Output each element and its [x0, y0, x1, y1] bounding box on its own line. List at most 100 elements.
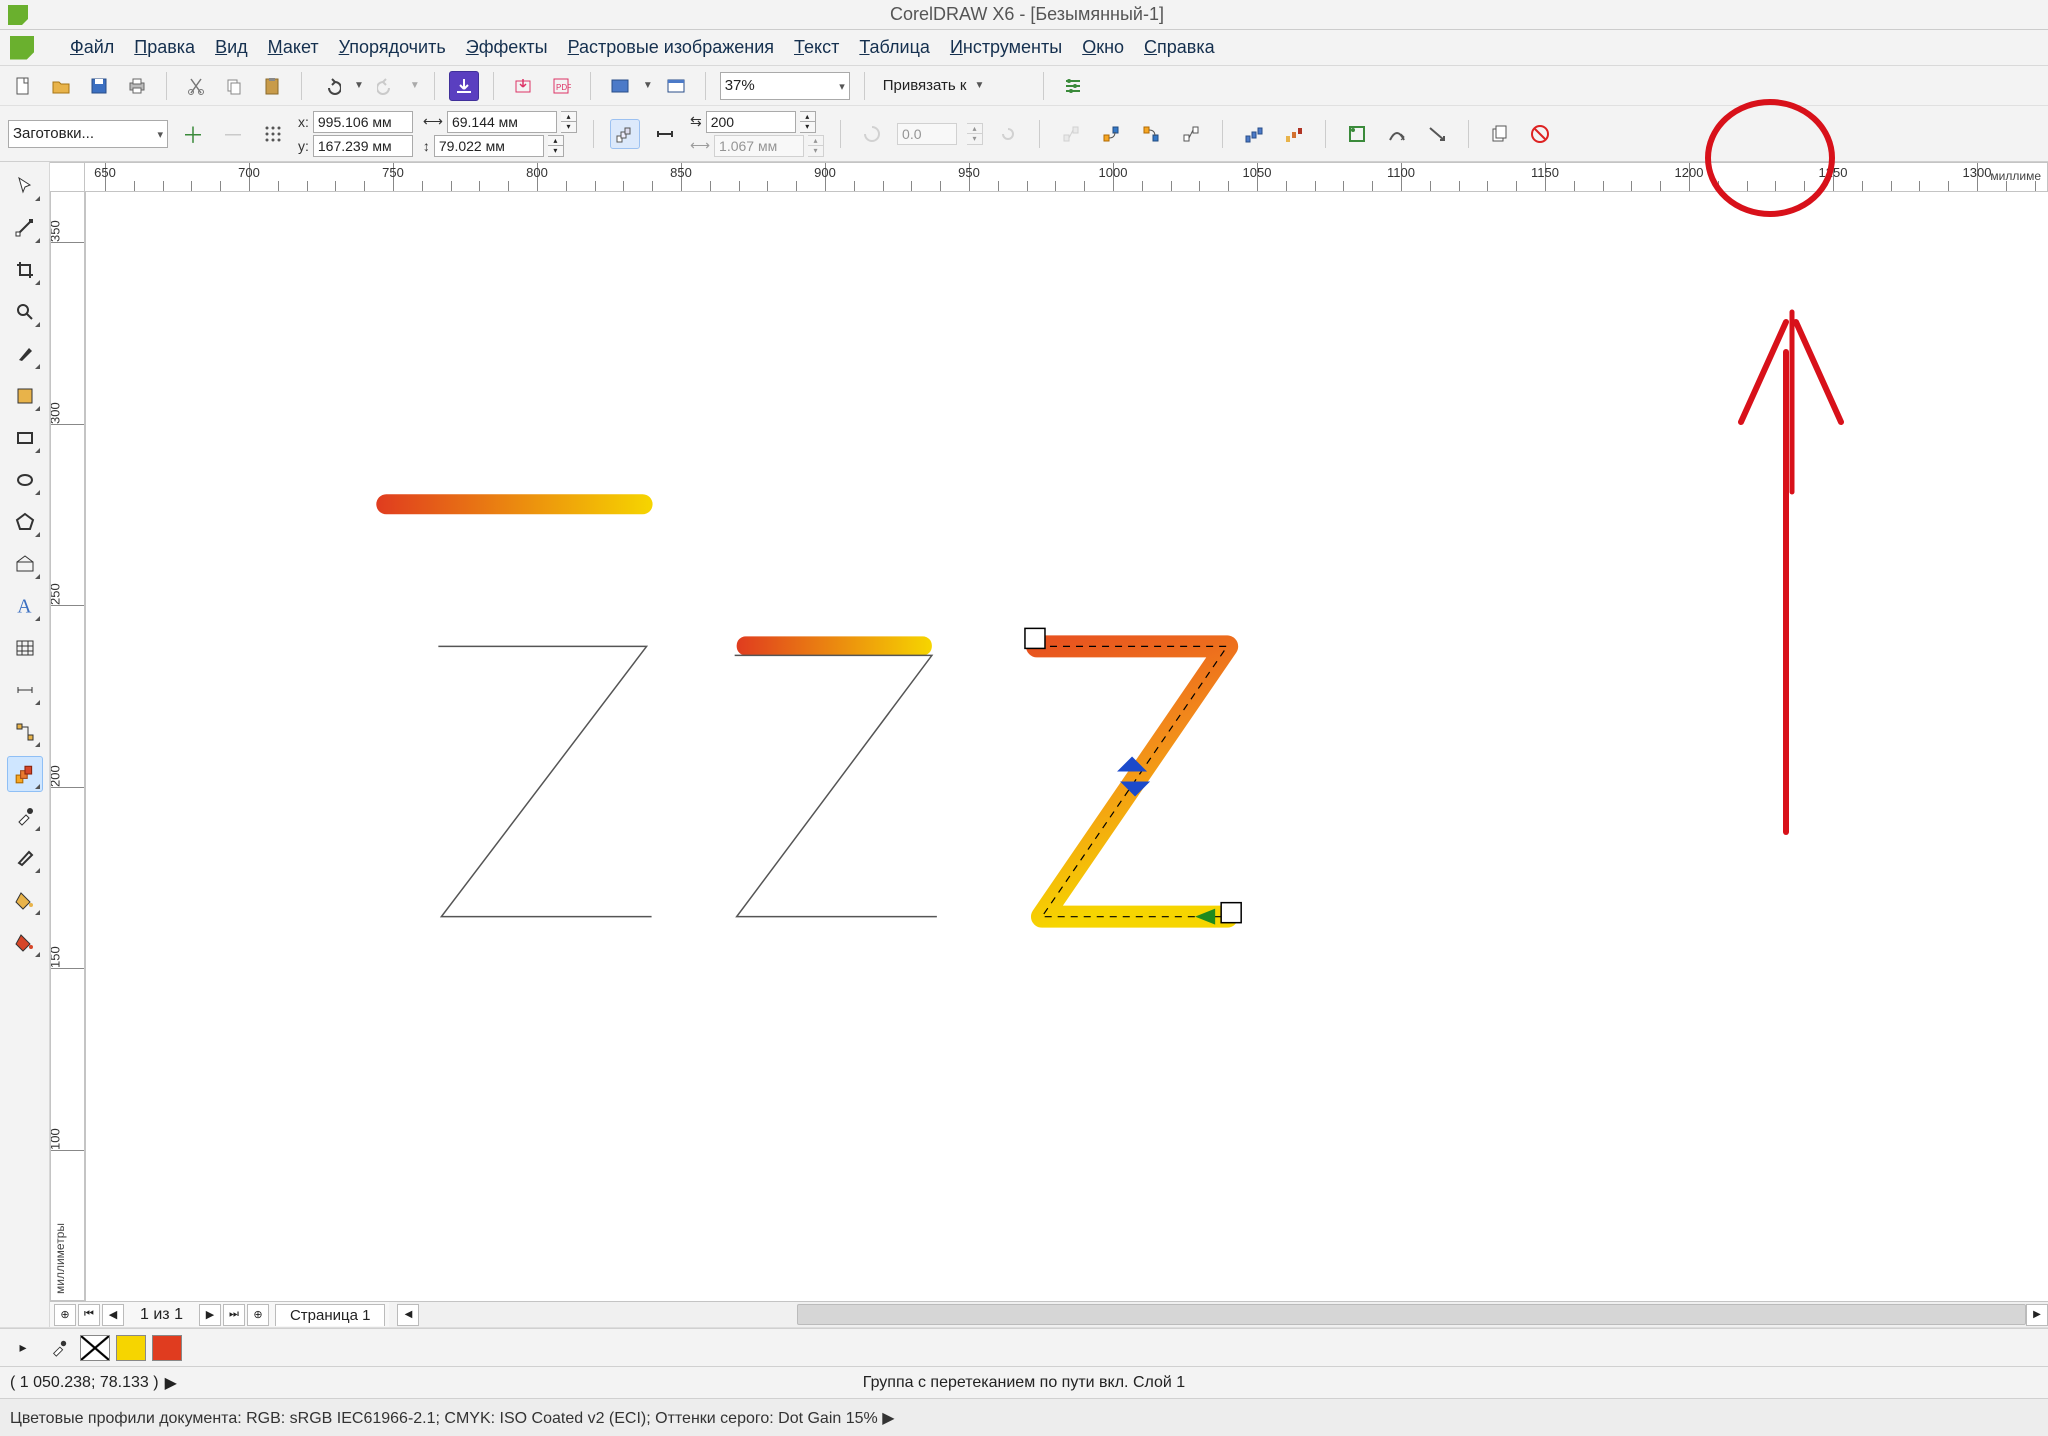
menu-view[interactable]: Вид: [215, 37, 248, 58]
new-doc-button[interactable]: [8, 71, 38, 101]
blend-tool[interactable]: [7, 756, 43, 792]
menu-arrange[interactable]: Упорядочить: [339, 37, 446, 58]
ruler-origin[interactable]: [50, 162, 85, 192]
table-tool[interactable]: [7, 630, 43, 666]
save-button[interactable]: [84, 71, 114, 101]
menu-window[interactable]: Окно: [1082, 37, 1124, 58]
scroll-right-button[interactable]: ▶: [2026, 1304, 2048, 1326]
last-page-button[interactable]: ⏭: [223, 1304, 245, 1326]
menu-text[interactable]: Текст: [794, 37, 839, 58]
presets-combo[interactable]: Заготовки...: [8, 120, 168, 148]
print-button[interactable]: [122, 71, 152, 101]
add-page-after-button[interactable]: ⊕: [247, 1304, 269, 1326]
steps-spinner[interactable]: ▴▾: [800, 111, 816, 133]
menu-help[interactable]: Справка: [1144, 37, 1215, 58]
zoom-combo[interactable]: 37%: [720, 72, 850, 100]
width-spinner[interactable]: ▴▾: [561, 111, 577, 133]
add-preset-button[interactable]: ＋: [178, 119, 208, 149]
shape-tool[interactable]: [7, 210, 43, 246]
swatch-no-color[interactable]: [80, 1335, 110, 1361]
object-accel-button[interactable]: [1239, 119, 1269, 149]
zoom-tool[interactable]: [7, 294, 43, 330]
loop-blend-button[interactable]: [993, 119, 1023, 149]
object-origin-button[interactable]: [258, 119, 288, 149]
outline-tool[interactable]: [7, 840, 43, 876]
redo-dropdown[interactable]: ▼: [410, 80, 420, 91]
gradient-bar-object[interactable]: [376, 494, 652, 514]
undo-dropdown[interactable]: ▼: [354, 80, 364, 91]
menu-layout[interactable]: Макет: [268, 37, 319, 58]
palette-flyout-button[interactable]: ▸: [8, 1333, 38, 1363]
pick-tool[interactable]: [7, 168, 43, 204]
connector-tool[interactable]: [7, 714, 43, 750]
height-spinner[interactable]: ▴▾: [548, 135, 564, 157]
y-position-input[interactable]: 167.239 мм: [313, 135, 413, 157]
swatch-yellow[interactable]: [116, 1335, 146, 1361]
blend-direct-button[interactable]: [610, 119, 640, 149]
horizontal-scrollbar[interactable]: ◀ ▶: [397, 1302, 2048, 1327]
paste-button[interactable]: [257, 71, 287, 101]
direct-blend-button[interactable]: [1056, 119, 1086, 149]
menu-tools[interactable]: Инструменты: [950, 37, 1062, 58]
clear-blend-button[interactable]: [1525, 119, 1555, 149]
add-page-button[interactable]: ⊕: [54, 1304, 76, 1326]
z-outline-object[interactable]: [438, 646, 651, 916]
menu-file[interactable]: Файл: [70, 37, 114, 58]
basic-shapes-tool[interactable]: [7, 546, 43, 582]
rectangle-tool[interactable]: [7, 420, 43, 456]
color-accel-button[interactable]: [1279, 119, 1309, 149]
full-screen-button[interactable]: [605, 71, 635, 101]
scroll-left-button[interactable]: ◀: [397, 1304, 419, 1326]
interactive-fill-tool[interactable]: [7, 924, 43, 960]
polygon-tool[interactable]: [7, 504, 43, 540]
crop-tool[interactable]: [7, 252, 43, 288]
first-page-button[interactable]: ⏮: [78, 1304, 100, 1326]
page-tab[interactable]: Страница 1: [275, 1304, 386, 1326]
import-button[interactable]: [449, 71, 479, 101]
snap-to-combo[interactable]: Привязать к ▼: [879, 72, 1029, 100]
prev-page-button[interactable]: ◀: [102, 1304, 124, 1326]
blend-options-button[interactable]: [1422, 119, 1452, 149]
scroll-thumb[interactable]: [797, 1304, 2026, 1325]
menu-bitmaps[interactable]: Растровые изображения: [568, 37, 774, 58]
app-menu-icon[interactable]: [10, 36, 34, 60]
accel-objects-button[interactable]: [1176, 119, 1206, 149]
blend-offset-input[interactable]: 1.067 мм: [714, 135, 804, 157]
source-objects-button[interactable]: [1342, 119, 1372, 149]
smart-fill-tool[interactable]: [7, 378, 43, 414]
drawing-canvas[interactable]: [85, 192, 2048, 1301]
coords-flyout-icon[interactable]: ▶: [165, 1373, 177, 1393]
open-button[interactable]: [46, 71, 76, 101]
eyedropper-tool[interactable]: [7, 798, 43, 834]
blend-steps-input[interactable]: 200: [706, 111, 796, 133]
vertical-ruler[interactable]: миллиметры 350300250200150100: [50, 192, 85, 1301]
next-page-button[interactable]: ▶: [199, 1304, 221, 1326]
clockwise-blend-button[interactable]: [1096, 119, 1126, 149]
redo-button[interactable]: [372, 71, 402, 101]
height-input[interactable]: 79.022 мм: [434, 135, 544, 157]
publish-pdf-button[interactable]: PDF: [546, 71, 576, 101]
menu-edit[interactable]: Правка: [134, 37, 195, 58]
show-rulers-button[interactable]: [661, 71, 691, 101]
export-button[interactable]: [508, 71, 538, 101]
menu-table[interactable]: Таблица: [859, 37, 930, 58]
rotation-spinner[interactable]: ▴▾: [967, 123, 983, 145]
copy-blend-button[interactable]: [1485, 119, 1515, 149]
path-properties-button[interactable]: [1382, 119, 1412, 149]
remove-preset-button[interactable]: －: [218, 119, 248, 149]
options-button[interactable]: [1058, 71, 1088, 101]
swatch-red[interactable]: [152, 1335, 182, 1361]
z-partial-object[interactable]: [735, 636, 937, 916]
fill-tool[interactable]: [7, 882, 43, 918]
menu-effects[interactable]: Эффекты: [466, 37, 548, 58]
ellipse-tool[interactable]: [7, 462, 43, 498]
horizontal-ruler[interactable]: миллиме 65070075080085090095010001050110…: [85, 162, 2048, 192]
palette-eyedropper-button[interactable]: [44, 1333, 74, 1363]
undo-button[interactable]: [316, 71, 346, 101]
dimension-tool[interactable]: [7, 672, 43, 708]
freehand-tool[interactable]: [7, 336, 43, 372]
copy-button[interactable]: [219, 71, 249, 101]
view-dropdown[interactable]: ▼: [643, 80, 653, 91]
cut-button[interactable]: [181, 71, 211, 101]
z-blend-object[interactable]: [1025, 628, 1241, 924]
